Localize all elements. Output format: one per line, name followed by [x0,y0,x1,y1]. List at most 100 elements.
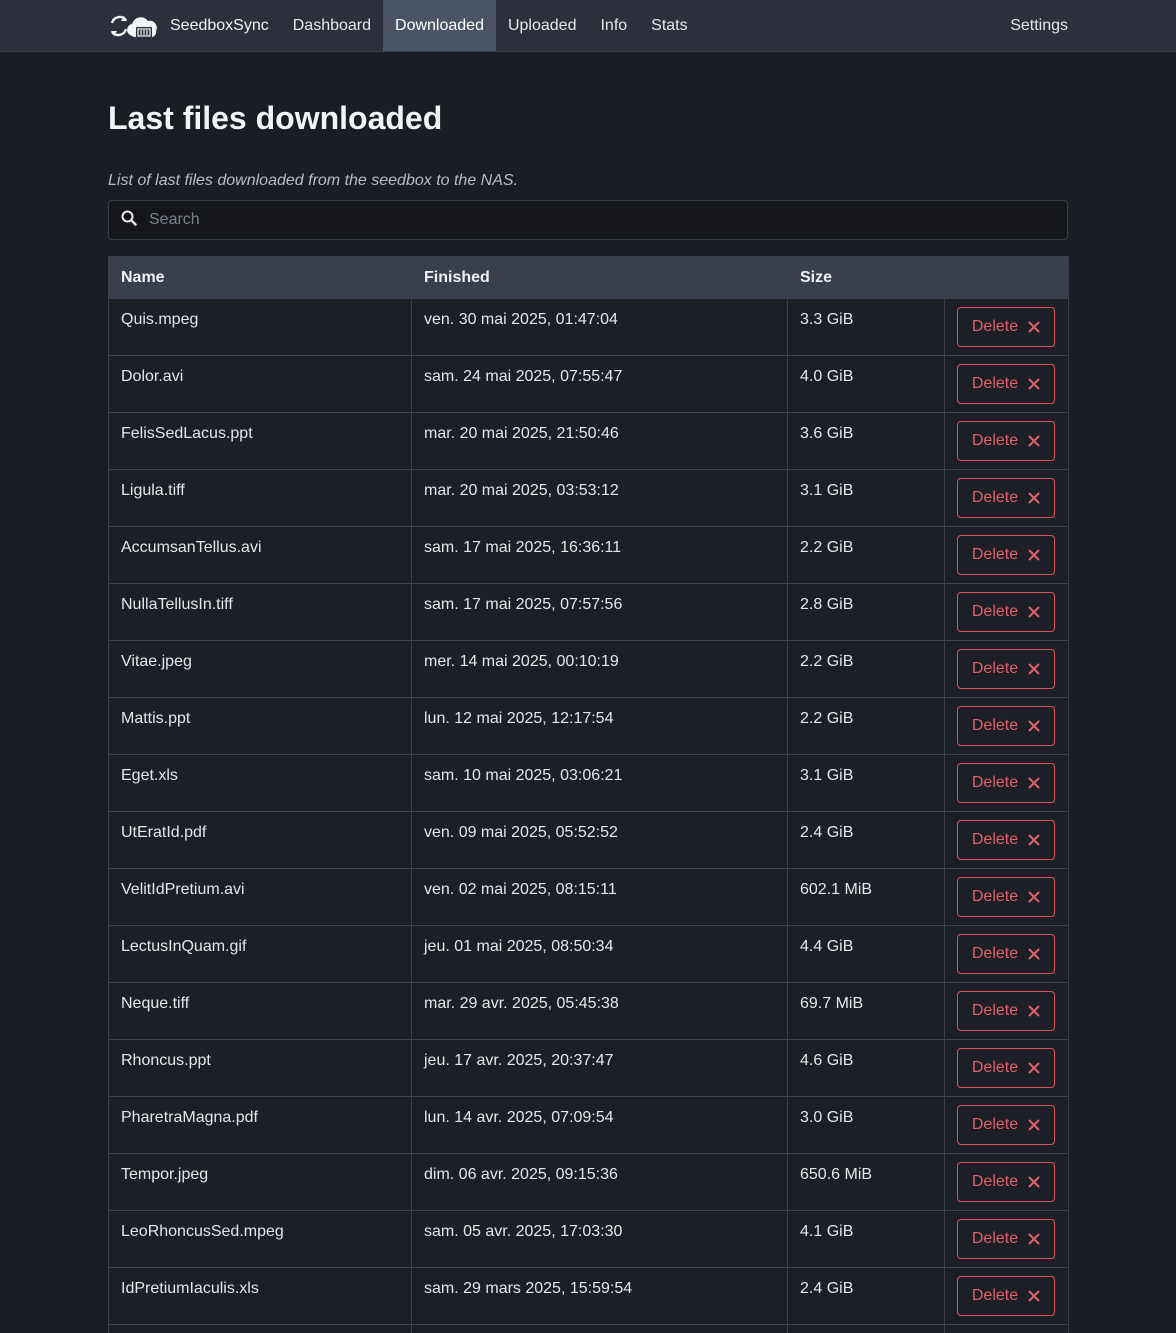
nav-item-dashboard[interactable]: Dashboard [281,0,383,51]
action-cell: Delete [944,1096,1069,1154]
table-row: Mattis.ppt lun. 12 mai 2025, 12:17:54 2.2 … [108,697,1069,755]
size-cell: 2.4 GiB [787,1267,945,1325]
finished-cell: dim. 06 avr. 2025, 09:15:36 [411,1153,788,1211]
delete-button[interactable]: Delete [957,991,1055,1031]
delete-label: Delete [971,318,1019,335]
delete-button[interactable]: Delete [957,649,1055,689]
finished-cell [411,1324,788,1333]
delete-label: Delete [971,432,1019,449]
delete-button[interactable]: Delete [957,1105,1055,1145]
finished-cell: mer. 14 mai 2025, 00:10:19 [411,640,788,698]
size-cell: 3.3 GiB [787,298,945,356]
column-header-actions [944,256,1069,299]
delete-button[interactable]: Delete [957,421,1055,461]
table-header-row: Name Finished Size [108,256,1069,299]
file-name-cell: Tempor.jpeg [108,1153,412,1211]
action-cell: Delete [944,298,1069,356]
table-row: PharetraMagna.pdf lun. 14 avr. 2025, 07:0… [108,1096,1069,1154]
action-cell: Delete [944,925,1069,983]
file-name-cell: LectusInQuam.gif [108,925,412,983]
delete-button[interactable]: Delete [957,763,1055,803]
file-name-cell: AccumsanTellus.avi [108,526,412,584]
delete-button[interactable]: Delete [957,877,1055,917]
delete-button[interactable]: Delete [957,1276,1055,1316]
file-name-cell: FelisSedLacus.ppt [108,412,412,470]
delete-button[interactable]: Delete [957,307,1055,347]
delete-button[interactable]: Delete [957,820,1055,860]
search-icon [121,210,137,231]
navbar: SeedboxSync Dashboard Downloaded Uploade… [0,0,1176,52]
table-row: Rhoncus.ppt jeu. 17 avr. 2025, 20:37:47 4.… [108,1039,1069,1097]
size-cell [787,1324,945,1333]
finished-cell: sam. 10 mai 2025, 03:06:21 [411,754,788,812]
file-name-cell: UtEratId.pdf [108,811,412,869]
close-icon [1028,1119,1040,1131]
size-cell: 2.2 GiB [787,526,945,584]
close-icon [1028,606,1040,618]
search-input[interactable] [149,211,1055,229]
delete-button[interactable]: Delete [957,478,1055,518]
finished-cell: sam. 05 avr. 2025, 17:03:30 [411,1210,788,1268]
table-row: AccumsanTellus.avi sam. 17 mai 2025, 16:3… [108,526,1069,584]
action-cell: Delete [944,1039,1069,1097]
delete-button[interactable]: Delete [957,1219,1055,1259]
nav-item-uploaded[interactable]: Uploaded [496,0,589,51]
delete-label: Delete [971,489,1019,506]
action-cell: Delete [944,1267,1069,1325]
delete-button[interactable]: Delete [957,934,1055,974]
nav-item-settings[interactable]: Settings [998,0,1068,51]
delete-label: Delete [971,1230,1019,1247]
delete-label: Delete [971,603,1019,620]
action-cell: Delete [944,697,1069,755]
finished-cell: sam. 24 mai 2025, 07:55:47 [411,355,788,413]
close-icon [1028,777,1040,789]
close-icon [1028,1290,1040,1302]
nav-item-downloaded[interactable]: Downloaded [383,0,496,51]
file-name-cell: PharetraMagna.pdf [108,1096,412,1154]
main-content: Last files downloaded List of last files… [108,52,1069,1333]
delete-button[interactable]: Delete [957,535,1055,575]
delete-label: Delete [971,888,1019,905]
file-name-cell: Eget.xls [108,754,412,812]
table-row: NullaTellusIn.tiff sam. 17 mai 2025, 07:5… [108,583,1069,641]
action-cell: Delete [944,1153,1069,1211]
column-header-finished[interactable]: Finished [411,256,788,299]
brand-link[interactable]: SeedboxSync [108,0,281,51]
file-name-cell: Rhoncus.ppt [108,1039,412,1097]
column-header-size[interactable]: Size [787,256,945,299]
nav-item-stats[interactable]: Stats [639,0,699,51]
search-bar [108,200,1068,240]
action-cell: Delete [944,982,1069,1040]
delete-button[interactable]: Delete [957,364,1055,404]
table-row: LeoRhoncusSed.mpeg sam. 05 avr. 2025, 17:… [108,1210,1069,1268]
delete-button[interactable]: Delete [957,592,1055,632]
page-subtitle: List of last files downloaded from the s… [108,172,519,189]
nav-item-info[interactable]: Info [588,0,639,51]
finished-cell: sam. 17 mai 2025, 07:57:56 [411,583,788,641]
finished-cell: sam. 29 mars 2025, 15:59:54 [411,1267,788,1325]
action-cell: Delete [944,583,1069,641]
delete-label: Delete [971,1002,1019,1019]
action-cell: Delete [944,1324,1069,1333]
file-name-cell: Vitae.jpeg [108,640,412,698]
delete-button[interactable]: Delete [957,1048,1055,1088]
file-name-cell: Mattis.ppt [108,697,412,755]
brand-name: SeedboxSync [170,16,269,34]
size-cell: 3.1 GiB [787,754,945,812]
file-name-cell: Quis.mpeg [108,298,412,356]
delete-button[interactable]: Delete [957,706,1055,746]
close-icon [1028,1005,1040,1017]
close-icon [1028,435,1040,447]
size-cell: 650.6 MiB [787,1153,945,1211]
finished-cell: mar. 20 mai 2025, 21:50:46 [411,412,788,470]
column-header-name[interactable]: Name [108,256,412,299]
action-cell: Delete [944,868,1069,926]
delete-button[interactable]: Delete [957,1162,1055,1202]
table-row: IdPretiumIaculis.xls sam. 29 mars 2025, 1… [108,1267,1069,1325]
file-name-cell: Neque.tiff [108,982,412,1040]
table-row: Neque.tiff mar. 29 avr. 2025, 05:45:38 69.… [108,982,1069,1040]
file-name-cell: LeoRhoncusSed.mpeg [108,1210,412,1268]
close-icon [1028,1176,1040,1188]
close-icon [1028,1062,1040,1074]
nav-items: Dashboard Downloaded Uploaded Info Stats [281,0,700,51]
